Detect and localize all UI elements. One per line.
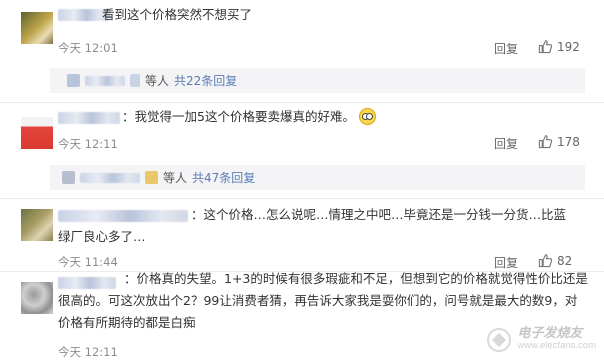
dizzy-face-emoji: [358, 108, 376, 125]
like-button[interactable]: 178: [538, 134, 580, 149]
reply-avatar: [130, 74, 140, 87]
comment-body: ：我觉得一加5这个价格要卖爆真的好难。: [122, 109, 355, 124]
reply-username: [85, 75, 125, 86]
timestamp: 今天 12:11: [58, 345, 118, 359]
subreply-bar[interactable]: 等人 共22条回复: [50, 68, 585, 93]
reply-avatar: [62, 171, 75, 184]
username[interactable]: [58, 112, 120, 124]
comment-3: ：这个价格…怎么说呢…情理之中吧…毕竟还是一分钱一分货…比蓝绿厂良心多了… 今天…: [0, 199, 604, 271]
comment-1: 看到这个价格突然不想买了 今天 12:01 回复 192 等人 共22条回复: [0, 0, 604, 98]
like-count: 178: [557, 134, 580, 149]
watermark-title: 电子发烧友: [517, 326, 583, 341]
avatar[interactable]: [21, 282, 53, 314]
subreply-text: 等人: [163, 171, 188, 185]
watermark-logo-icon: [487, 328, 512, 352]
thumbs-up-icon: [538, 254, 553, 268]
reply-username: [80, 172, 140, 183]
thumbs-up-icon: [538, 135, 553, 149]
reply-avatar: [145, 171, 158, 184]
like-count: 192: [557, 39, 580, 54]
site-watermark: 电子发烧友 www.elecfans.com: [487, 326, 596, 352]
like-button[interactable]: 192: [538, 39, 580, 54]
avatar[interactable]: [21, 209, 53, 241]
like-count: 82: [557, 253, 573, 268]
comment-2: ：我觉得一加5这个价格要卖爆真的好难。 今天 12:11 回复 178 等人 共…: [0, 103, 604, 195]
timestamp: 今天 12:01: [58, 41, 118, 55]
comment-text: ：这个价格…怎么说呢…情理之中吧…毕竟还是一分钱一分货…比蓝绿厂良心多了…: [58, 207, 567, 244]
reply-button[interactable]: 回复: [494, 135, 518, 152]
comment-text: 看到这个价格突然不想买了: [102, 7, 253, 22]
subreply-bar[interactable]: 等人 共47条回复: [50, 165, 585, 190]
subreply-count-link[interactable]: 共47条回复: [192, 169, 255, 186]
reply-button[interactable]: 回复: [494, 40, 518, 57]
comment-text: ：我觉得一加5这个价格要卖爆真的好难。: [122, 106, 376, 128]
watermark-url: www.elecfans.com: [517, 340, 596, 351]
subreply-text: 等人: [145, 74, 170, 88]
reply-avatar: [67, 74, 80, 87]
timestamp: 今天 12:11: [58, 137, 118, 151]
avatar[interactable]: [21, 117, 53, 149]
comment-text: ：价格真的失望。1+3的时候有很多瑕疵和不足，但想到它的价格就觉得性价比还是很高…: [58, 271, 588, 330]
subreply-count-link[interactable]: 共22条回复: [174, 72, 237, 89]
avatar[interactable]: [21, 12, 53, 44]
thumbs-up-icon: [538, 40, 553, 54]
like-button[interactable]: 82: [538, 253, 572, 268]
